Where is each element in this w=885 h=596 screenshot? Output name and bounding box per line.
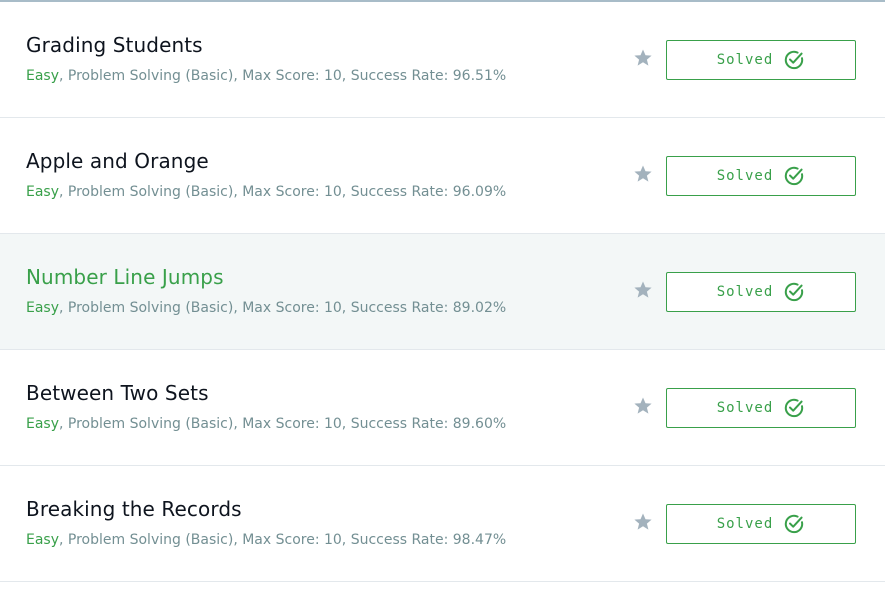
check-circle-icon	[785, 166, 804, 186]
challenge-row[interactable]: Number Line Jumps Easy, Problem Solving …	[0, 234, 885, 350]
challenge-title[interactable]: Grading Students	[26, 33, 203, 57]
solved-button[interactable]: Solved	[666, 40, 856, 80]
solved-label: Solved	[716, 284, 774, 300]
star-icon[interactable]	[633, 280, 653, 300]
challenge-row[interactable]: Between Two Sets Easy, Problem Solving (…	[0, 350, 885, 466]
challenge-title[interactable]: Number Line Jumps	[26, 265, 224, 289]
solved-button[interactable]: Solved	[666, 388, 856, 428]
solved-button[interactable]: Solved	[666, 156, 856, 196]
challenge-list: Grading Students Easy, Problem Solving (…	[0, 2, 885, 582]
challenge-title[interactable]: Apple and Orange	[26, 149, 209, 173]
check-circle-icon	[785, 398, 804, 418]
challenge-title[interactable]: Between Two Sets	[26, 381, 209, 405]
solved-button[interactable]: Solved	[666, 272, 856, 312]
solved-label: Solved	[716, 516, 774, 532]
challenge-title[interactable]: Breaking the Records	[26, 497, 242, 521]
difficulty-label: Easy	[26, 184, 60, 200]
challenge-details: , Problem Solving (Basic), Max Score: 10…	[59, 184, 507, 200]
check-circle-icon	[785, 50, 804, 70]
solved-label: Solved	[716, 400, 774, 416]
solved-label: Solved	[716, 168, 774, 184]
challenge-details: , Problem Solving (Basic), Max Score: 10…	[59, 300, 507, 316]
star-icon[interactable]	[633, 48, 653, 68]
difficulty-label: Easy	[26, 68, 60, 84]
challenge-details: , Problem Solving (Basic), Max Score: 10…	[59, 532, 507, 548]
challenge-meta: Easy, Problem Solving (Basic), Max Score…	[26, 300, 506, 316]
challenge-details: , Problem Solving (Basic), Max Score: 10…	[59, 416, 507, 432]
solved-button[interactable]: Solved	[666, 504, 856, 544]
check-circle-icon	[785, 282, 804, 302]
challenge-row[interactable]: Apple and Orange Easy, Problem Solving (…	[0, 118, 885, 234]
challenge-row[interactable]: Grading Students Easy, Problem Solving (…	[0, 2, 885, 118]
star-icon[interactable]	[633, 164, 653, 184]
challenge-meta: Easy, Problem Solving (Basic), Max Score…	[26, 68, 506, 84]
challenge-row[interactable]: Breaking the Records Easy, Problem Solvi…	[0, 466, 885, 582]
challenge-meta: Easy, Problem Solving (Basic), Max Score…	[26, 532, 506, 548]
challenge-meta: Easy, Problem Solving (Basic), Max Score…	[26, 416, 506, 432]
solved-label: Solved	[716, 52, 774, 68]
challenge-meta: Easy, Problem Solving (Basic), Max Score…	[26, 184, 506, 200]
difficulty-label: Easy	[26, 300, 60, 316]
star-icon[interactable]	[633, 396, 653, 416]
check-circle-icon	[785, 514, 804, 534]
star-icon[interactable]	[633, 512, 653, 532]
difficulty-label: Easy	[26, 416, 60, 432]
difficulty-label: Easy	[26, 532, 60, 548]
challenge-details: , Problem Solving (Basic), Max Score: 10…	[59, 68, 507, 84]
